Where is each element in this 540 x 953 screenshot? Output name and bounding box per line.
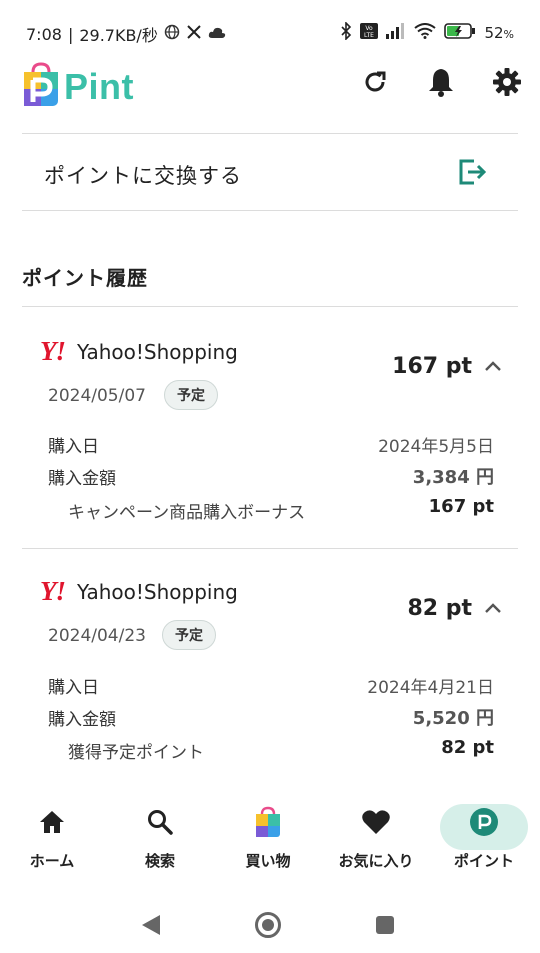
points-icon: [469, 804, 499, 840]
heart-icon: [361, 804, 391, 840]
purchase-date-value: 2024年4月21日: [367, 678, 494, 698]
status-badge: 予定: [164, 380, 218, 410]
merchant-name: Yahoo!Shopping: [77, 339, 238, 364]
status-separator: |: [67, 24, 74, 44]
bottom-navigation: ホーム 検索 買い物 お気に入り ポイント: [0, 796, 540, 892]
bluetooth-icon: [340, 21, 352, 44]
nav-item-favorites[interactable]: お気に入り: [324, 804, 428, 884]
nav-label: 買い物: [245, 852, 291, 870]
wifi-icon: [414, 23, 437, 43]
bell-icon: [427, 67, 455, 101]
merchant-name: Yahoo!Shopping: [77, 579, 238, 604]
detail-label: 獲得予定ポイント: [68, 743, 204, 763]
divider: [22, 306, 518, 307]
entry-date: 2024/05/07: [48, 386, 146, 406]
cloud-icon: [208, 25, 226, 44]
home-icon: [38, 804, 66, 840]
purchase-date-label: 購入日: [48, 678, 99, 698]
detail-value: 167 pt: [428, 496, 494, 517]
svg-text:Vo: Vo: [366, 25, 374, 32]
back-button[interactable]: [136, 912, 166, 942]
points-value: 82 pt: [407, 596, 472, 621]
detail-value: 82 pt: [441, 737, 494, 758]
system-navigation-bar: [0, 900, 540, 953]
recents-square-icon: [374, 914, 396, 940]
merchant-header: Y! Yahoo!Shopping: [40, 576, 238, 607]
battery-percent: 52%: [484, 24, 514, 42]
refresh-icon: [361, 68, 389, 100]
nav-item-points[interactable]: ポイント: [432, 804, 536, 884]
purchase-date-value: 2024年5月5日: [378, 437, 494, 457]
pint-bag-icon: [22, 62, 60, 112]
points-value: 167 pt: [392, 354, 472, 379]
exchange-points-row[interactable]: ポイントに交換する: [22, 134, 518, 210]
shopping-bag-icon: [254, 804, 282, 840]
home-system-button[interactable]: [253, 912, 283, 942]
nav-item-shopping[interactable]: 買い物: [216, 804, 320, 884]
svg-text:LTE: LTE: [364, 32, 374, 39]
refresh-button[interactable]: [359, 68, 391, 100]
globe-icon: [164, 24, 180, 44]
logo-text: Pint: [64, 66, 134, 107]
signal-icon: [386, 23, 406, 43]
purchase-amount-value: 5,520 円: [412, 708, 494, 729]
notifications-button[interactable]: [425, 68, 457, 100]
chevron-up-icon[interactable]: [484, 358, 502, 377]
status-left: 7:08 | 29.7KB/秒: [26, 22, 226, 46]
points-history-title: ポイント履歴: [22, 266, 148, 290]
status-bar: 7:08 | 29.7KB/秒 Vo LTE 52%: [0, 0, 540, 60]
exchange-points-label: ポイントに交換する: [44, 164, 242, 188]
status-right: Vo LTE 52%: [340, 21, 514, 44]
back-triangle-icon: [140, 913, 162, 941]
history-entry[interactable]: Y! Yahoo!Shopping 167 pt 2024/05/07 予定 購…: [22, 336, 518, 536]
divider: [22, 210, 518, 211]
status-network-speed: 29.7KB/秒: [79, 26, 158, 45]
entry-date: 2024/04/23: [48, 626, 146, 646]
nav-label: ホーム: [29, 852, 75, 870]
chevron-up-icon[interactable]: [484, 600, 502, 619]
battery-icon: [444, 23, 476, 43]
nav-label: ポイント: [453, 852, 514, 870]
nav-label: 検索: [144, 852, 175, 870]
detail-label: キャンペーン商品購入ボーナス: [68, 503, 306, 523]
purchase-amount-value: 3,384 円: [412, 467, 494, 488]
yahoo-logo-icon: Y!: [40, 576, 66, 606]
nav-item-search[interactable]: 検索: [108, 804, 212, 884]
volte-icon: Vo LTE: [360, 23, 379, 43]
nav-item-home[interactable]: ホーム: [0, 804, 104, 884]
home-circle-icon: [254, 911, 282, 943]
x-icon: [186, 24, 202, 44]
purchase-date-label: 購入日: [48, 437, 99, 457]
yahoo-logo-icon: Y!: [40, 336, 66, 366]
settings-button[interactable]: [491, 68, 523, 100]
app-header: Pint: [0, 58, 540, 114]
purchase-amount-label: 購入金額: [48, 469, 116, 489]
recents-button[interactable]: [370, 912, 400, 942]
purchase-amount-label: 購入金額: [48, 710, 116, 730]
app-logo[interactable]: Pint: [22, 62, 134, 112]
nav-label: お気に入り: [338, 852, 414, 870]
exit-arrow-icon: [458, 158, 487, 190]
merchant-header: Y! Yahoo!Shopping: [40, 336, 238, 367]
search-icon: [146, 804, 174, 840]
history-entry[interactable]: Y! Yahoo!Shopping 82 pt 2024/04/23 予定 購入…: [22, 576, 518, 776]
status-badge: 予定: [162, 620, 216, 650]
status-time: 7:08: [26, 24, 62, 44]
gear-icon: [493, 68, 521, 100]
divider: [22, 548, 518, 549]
